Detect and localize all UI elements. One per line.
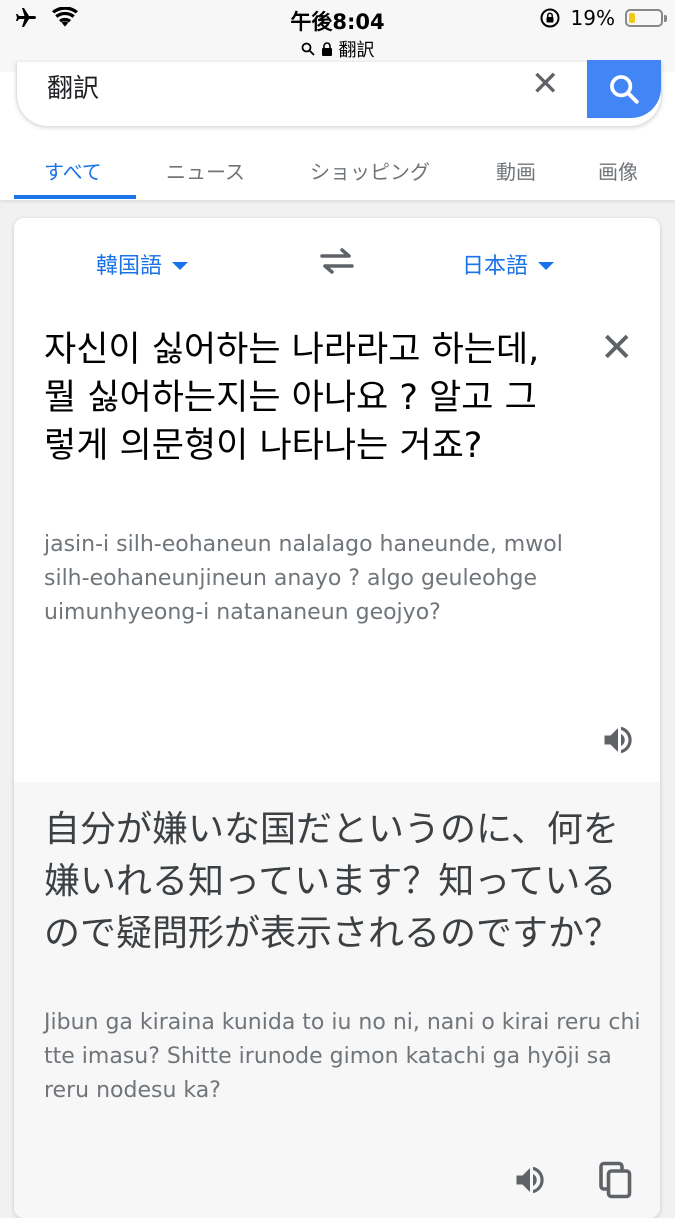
- target-romanization: Jibun ga kiraina kunida to iu no ni, nan…: [44, 1010, 641, 1103]
- active-tab-indicator: [14, 195, 136, 199]
- target-panel: 自分が嫌いな国だというのに、何を嫌いれる知っています？知っているので疑問形が表示…: [14, 782, 660, 1218]
- battery-icon: [625, 9, 667, 27]
- tab-videos[interactable]: 動画: [496, 156, 536, 185]
- target-language-label: 日本語: [462, 254, 529, 279]
- source-romanization: jasin-i silh-eohaneun nalalago haneunde,…: [44, 532, 563, 625]
- tab-news[interactable]: ニュース: [166, 156, 245, 185]
- chevron-down-icon: [172, 262, 189, 270]
- search-box[interactable]: 翻訳 ✕: [16, 60, 662, 127]
- search-input[interactable]: 翻訳: [47, 68, 99, 105]
- tab-images[interactable]: 画像: [598, 156, 638, 185]
- close-icon[interactable]: ✕: [600, 328, 634, 368]
- search-icon: [301, 42, 315, 56]
- orientation-lock-icon: [540, 8, 560, 28]
- chevron-down-icon: [538, 262, 555, 270]
- url-text: 翻訳: [338, 40, 375, 61]
- search-button[interactable]: [587, 60, 661, 118]
- source-language-label: 韓国語: [96, 254, 163, 279]
- search-icon: [610, 75, 639, 104]
- target-language-select[interactable]: 日本語: [462, 248, 555, 280]
- address-bar[interactable]: 翻訳: [0, 36, 675, 62]
- copy-icon[interactable]: [598, 1160, 634, 1204]
- tab-shopping[interactable]: ショッピング: [310, 156, 430, 185]
- search-header: 翻訳 ✕ すべて ニュース ショッピング 動画 画像: [0, 60, 675, 200]
- speaker-icon[interactable]: [510, 1162, 550, 1202]
- swap-icon[interactable]: [318, 246, 356, 280]
- lock-icon: [321, 41, 332, 56]
- status-right: 19%: [539, 6, 667, 30]
- speaker-icon[interactable]: [598, 722, 638, 762]
- search-tabs: すべて ニュース ショッピング 動画 画像: [0, 148, 675, 200]
- source-language-select[interactable]: 韓国語: [96, 248, 189, 280]
- source-text[interactable]: 자신이 싫어하는 나라라고 하는데, 뭘 싫어하는지는 아나요 ? 알고 그렇게…: [44, 326, 564, 470]
- translate-card: 韓国語 日本語 자신이 싫어하는 나라라고 하는데, 뭘 싫어하는지는 아나요 …: [14, 218, 660, 1218]
- tab-all[interactable]: すべて: [44, 156, 102, 185]
- battery-percent: 19%: [570, 6, 615, 30]
- translated-text: 自分が嫌いな国だというのに、何を嫌いれる知っています？知っているので疑問形が表示…: [44, 809, 621, 954]
- clear-icon[interactable]: ✕: [531, 64, 560, 104]
- battery-fill: [629, 13, 635, 23]
- source-panel: 자신이 싫어하는 나라라고 하는데, 뭘 싫어하는지는 아나요 ? 알고 그렇게…: [14, 306, 660, 783]
- language-selector-row: 韓国語 日本語: [14, 218, 660, 307]
